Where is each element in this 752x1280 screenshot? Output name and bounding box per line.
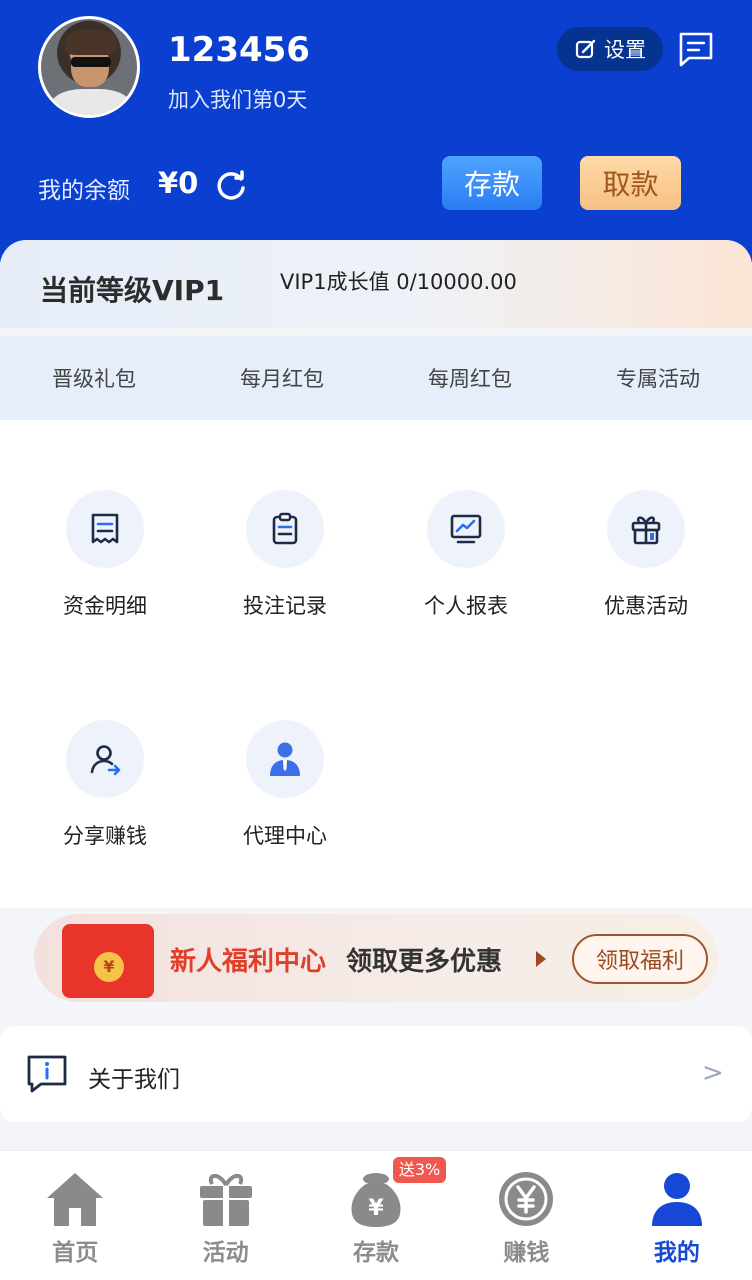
menu-item-share-earn[interactable]: 分享赚钱 [30,720,180,850]
play-arrow-icon [536,951,546,967]
chart-monitor-icon [450,514,482,544]
claim-welfare-button[interactable]: 领取福利 [572,934,708,984]
vip-tab-monthly-redpacket[interactable]: 每月红包 [188,363,376,393]
balance-value: ¥0 [158,166,199,200]
edit-icon [575,39,596,59]
chevron-right-icon: > [702,1058,724,1088]
vip-tab-upgrade-gift[interactable]: 晋级礼包 [0,363,188,393]
avatar[interactable] [38,16,140,118]
message-icon[interactable] [677,30,715,68]
home-icon [47,1173,104,1226]
vip-growth: VIP1成长值 0/10000.00 [280,270,517,294]
settings-label: 设置 [604,38,646,62]
vip-card[interactable]: 当前等级VIP1 VIP1成长值 0/10000.00 [0,240,752,328]
menu-label: 个人报表 [424,594,508,618]
vip-level: 当前等级VIP1 [40,274,225,307]
tab-home[interactable]: 首页 [0,1151,150,1280]
menu-label: 代理中心 [243,824,327,848]
tab-label: 我的 [653,1240,700,1266]
menu-item-agent-center[interactable]: 代理中心 [210,720,360,850]
receipt-icon [91,513,119,544]
info-icon [27,1055,67,1093]
menu-label: 投注记录 [243,594,327,618]
agent-icon [270,742,300,776]
deposit-button[interactable]: 存款 [442,156,542,210]
promo-subtitle: 领取更多优惠 [346,947,503,977]
menu-grid: 资金明细 投注记录 个人报表 优惠活动 分享赚钱 代理中心 [0,420,752,908]
menu-item-personal-report[interactable]: 个人报表 [391,490,541,620]
gift-box-icon [199,1173,252,1226]
username: 123456 [168,30,310,70]
user-icon [651,1173,702,1226]
joined-days: 加入我们第0天 [168,88,308,112]
share-user-icon [90,745,121,776]
bonus-badge: 送3% [392,1157,447,1183]
settings-button[interactable]: 设置 [557,27,663,71]
about-label: 关于我们 [88,1067,180,1093]
vip-tab-exclusive[interactable]: 专属活动 [564,363,752,393]
profile-header: 123456 加入我们第0天 设置 我的余额 ¥0 存款 取款 [0,0,752,262]
menu-label: 资金明细 [63,594,147,618]
svg-text:¥: ¥ [368,1196,384,1221]
tab-deposit[interactable]: 送3% ¥ 存款 [301,1151,451,1280]
menu-label: 分享赚钱 [63,824,147,848]
balance-label: 我的余额 [38,178,130,204]
refresh-icon[interactable] [214,169,248,203]
tab-label: 活动 [202,1240,249,1266]
tab-mine[interactable]: 我的 [602,1151,752,1280]
tab-label: 存款 [353,1240,400,1266]
red-envelope-icon: ¥ [62,924,154,998]
yen-coin-icon [499,1172,554,1226]
promo-title: 新人福利中心 [170,947,327,977]
menu-item-fund-details[interactable]: 资金明细 [30,490,180,620]
tab-label: 赚钱 [503,1240,550,1266]
tab-label: 首页 [52,1240,99,1266]
tab-activity[interactable]: 活动 [150,1151,300,1280]
bottom-tab-bar: 首页 活动 送3% ¥ 存款 赚钱 我的 [0,1150,752,1280]
menu-item-promotions[interactable]: 优惠活动 [571,490,721,620]
menu-label: 优惠活动 [604,594,688,618]
vip-tab-weekly-redpacket[interactable]: 每周红包 [376,363,564,393]
withdraw-button[interactable]: 取款 [580,156,681,210]
about-us-row[interactable]: 关于我们 > [0,1026,752,1122]
new-user-welfare-banner[interactable]: ¥ 新人福利中心 领取更多优惠 领取福利 [34,914,718,1002]
clipboard-icon [272,512,298,545]
gift-icon [631,516,661,545]
vip-tabs: 晋级礼包 每月红包 每周红包 专属活动 [0,336,752,420]
menu-item-bet-records[interactable]: 投注记录 [210,490,360,620]
tab-earn[interactable]: 赚钱 [451,1151,601,1280]
